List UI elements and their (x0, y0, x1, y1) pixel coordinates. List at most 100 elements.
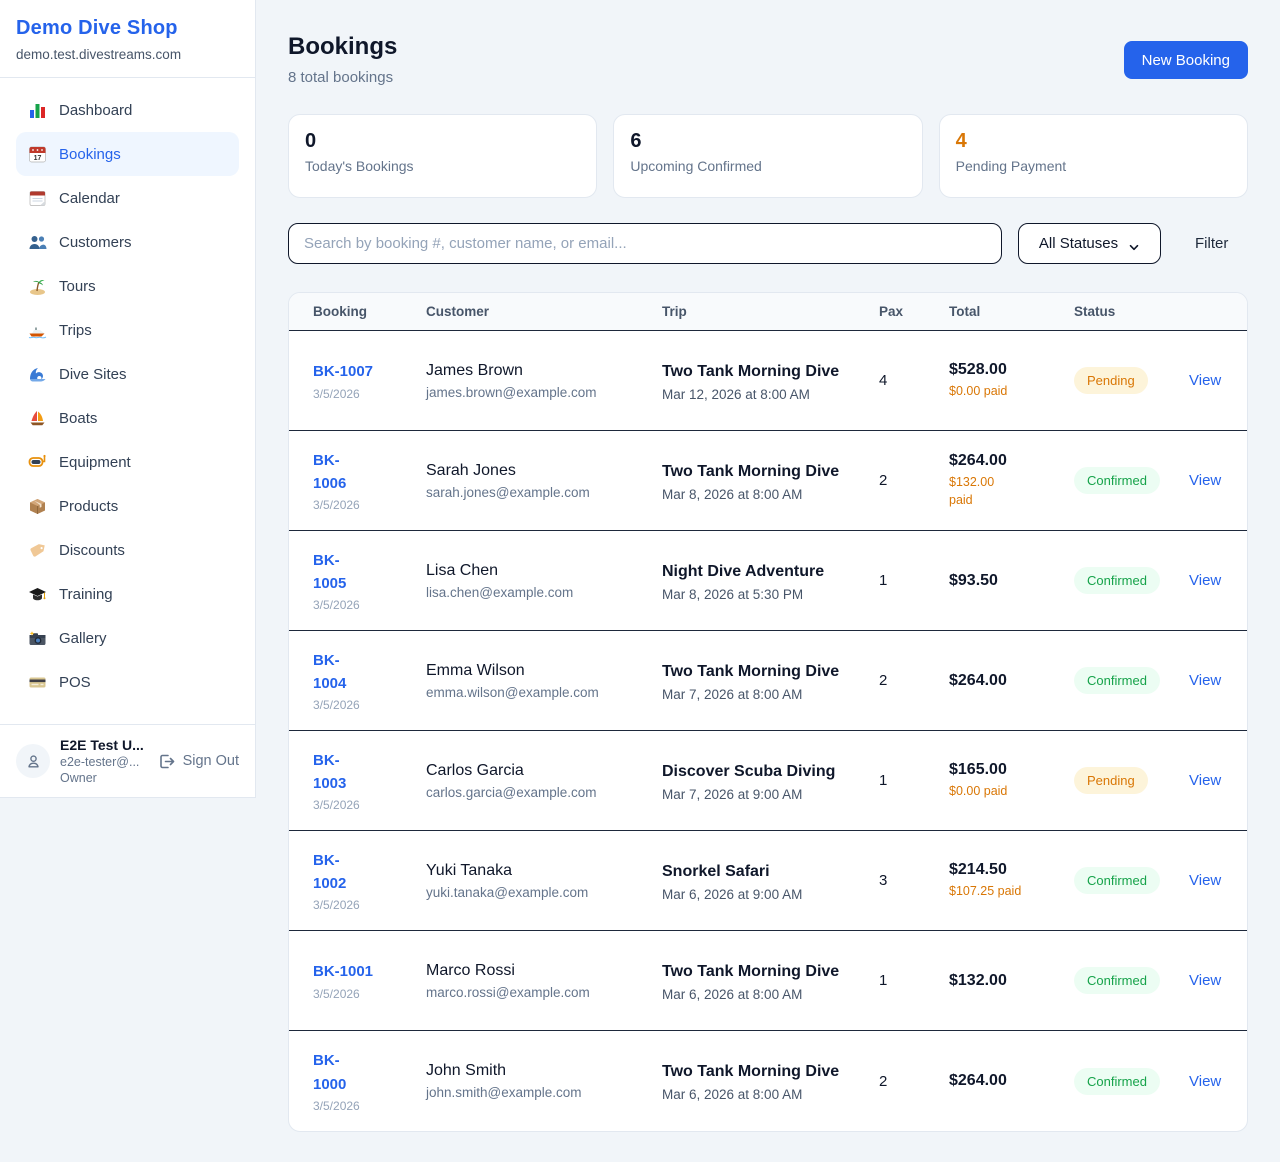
total-amount: $214.50 (949, 861, 1074, 879)
sign-out-button[interactable]: Sign Out (157, 752, 239, 771)
booking-id-cell: BK- 1006 3/5/2026 (313, 449, 426, 513)
customer-cell: Lisa Chen lisa.chen@example.com (426, 562, 662, 600)
sidebar-item-label: Trips (59, 322, 92, 339)
sidebar-item-training[interactable]: Training (16, 572, 239, 616)
column-header-customer: Customer (426, 304, 662, 319)
sidebar-header: Demo Dive Shop demo.test.divestreams.com (0, 0, 255, 78)
bar-chart-icon (28, 101, 47, 120)
customer-cell: Emma Wilson emma.wilson@example.com (426, 662, 662, 700)
sidebar-item-dashboard[interactable]: Dashboard (16, 88, 239, 132)
booking-id-link[interactable]: BK- 1002 (313, 849, 426, 896)
sidebar-item-boats[interactable]: Boats (16, 396, 239, 440)
bookings-table: BookingCustomerTripPaxTotalStatus BK-100… (288, 292, 1248, 1132)
booking-id-link[interactable]: BK- 1003 (313, 749, 426, 796)
view-link[interactable]: View (1189, 472, 1223, 489)
sidebar-item-tours[interactable]: Tours (16, 264, 239, 308)
sidebar-item-calendar[interactable]: Calendar (16, 176, 239, 220)
trip-datetime: Mar 8, 2026 at 5:30 PM (662, 587, 879, 602)
booking-id-link[interactable]: BK-1001 (313, 960, 426, 983)
view-link[interactable]: View (1189, 872, 1223, 889)
customer-email: marco.rossi@example.com (426, 985, 662, 1000)
sidebar-item-label: Gallery (59, 630, 107, 647)
sidebar-item-products[interactable]: Products (16, 484, 239, 528)
customer-email: emma.wilson@example.com (426, 685, 662, 700)
status-cell: Pending (1074, 367, 1189, 394)
user-name: E2E Test U... (60, 737, 147, 753)
trip-name: Two Tank Morning Dive (662, 960, 840, 984)
sidebar-item-equipment[interactable]: Equipment (16, 440, 239, 484)
view-link[interactable]: View (1189, 972, 1223, 989)
booking-id-link[interactable]: BK- 1006 (313, 449, 426, 496)
table-row: BK-1001 3/5/2026 Marco Rossi marco.rossi… (289, 931, 1247, 1031)
diving-mask-icon (28, 453, 47, 472)
trip-name: Night Dive Adventure (662, 560, 840, 584)
sidebar-item-dive-sites[interactable]: Dive Sites (16, 352, 239, 396)
sidebar-item-discounts[interactable]: Discounts (16, 528, 239, 572)
sidebar-item-bookings[interactable]: 17 Bookings (16, 132, 239, 176)
view-link[interactable]: View (1189, 372, 1223, 389)
table-row: BK- 1002 3/5/2026 Yuki Tanaka yuki.tanak… (289, 831, 1247, 931)
stat-value: 0 (305, 130, 580, 153)
search-input[interactable] (288, 223, 1002, 264)
booking-id-link[interactable]: BK- 1004 (313, 649, 426, 696)
sidebar-item-trips[interactable]: Trips (16, 308, 239, 352)
booking-id-cell: BK- 1005 3/5/2026 (313, 549, 426, 613)
status-cell: Pending (1074, 767, 1189, 794)
column-header-total: Total (949, 304, 1074, 319)
trip-datetime: Mar 6, 2026 at 8:00 AM (662, 987, 879, 1002)
total-cell: $264.00 (949, 672, 1074, 690)
table-header-row: BookingCustomerTripPaxTotalStatus (289, 293, 1247, 331)
camera-icon (28, 629, 47, 648)
sidebar-item-label: Bookings (59, 146, 121, 163)
sidebar-item-gallery[interactable]: Gallery (16, 616, 239, 660)
user-meta: E2E Test U... e2e-tester@... Owner (60, 737, 147, 785)
booking-date: 3/5/2026 (313, 698, 426, 712)
filter-button[interactable]: Filter (1181, 227, 1242, 260)
main-content: Bookings 8 total bookings New Booking 0 … (288, 0, 1248, 1132)
sidebar-item-pos[interactable]: POS (16, 660, 239, 704)
speedboat-icon (28, 321, 47, 340)
booking-date: 3/5/2026 (313, 498, 426, 512)
customer-email: yuki.tanaka@example.com (426, 885, 662, 900)
island-icon (28, 277, 47, 296)
paid-amount: $132.00 paid (949, 474, 1029, 509)
total-amount: $93.50 (949, 572, 1074, 590)
view-link[interactable]: View (1189, 672, 1223, 689)
customer-email: lisa.chen@example.com (426, 585, 662, 600)
trip-cell: Snorkel Safari Mar 6, 2026 at 9:00 AM (662, 860, 879, 902)
wave-icon (28, 365, 47, 384)
customer-name: Marco Rossi (426, 962, 662, 980)
stats-row: 0 Today's Bookings 6 Upcoming Confirmed … (288, 114, 1248, 198)
status-select[interactable]: All Statuses (1018, 223, 1161, 264)
booking-id-cell: BK- 1004 3/5/2026 (313, 649, 426, 713)
view-link[interactable]: View (1189, 572, 1223, 589)
trip-cell: Two Tank Morning Dive Mar 7, 2026 at 8:0… (662, 660, 879, 702)
sailboat-icon (28, 409, 47, 428)
status-badge: Confirmed (1074, 867, 1160, 894)
pax-value: 3 (879, 872, 949, 889)
column-header-status: Status (1074, 304, 1189, 319)
view-link[interactable]: View (1189, 772, 1223, 789)
customer-cell: Sarah Jones sarah.jones@example.com (426, 462, 662, 500)
table-row: BK- 1006 3/5/2026 Sarah Jones sarah.jone… (289, 431, 1247, 531)
new-booking-button[interactable]: New Booking (1124, 41, 1248, 79)
status-badge: Confirmed (1074, 467, 1160, 494)
user-role: Owner (60, 771, 147, 785)
svg-text:17: 17 (34, 155, 42, 162)
trip-cell: Two Tank Morning Dive Mar 8, 2026 at 8:0… (662, 460, 879, 502)
booking-date: 3/5/2026 (313, 1099, 426, 1113)
booking-id-link[interactable]: BK-1007 (313, 360, 426, 383)
status-cell: Confirmed (1074, 467, 1189, 494)
trip-name: Two Tank Morning Dive (662, 660, 840, 684)
sidebar-item-label: Boats (59, 410, 97, 427)
sidebar-item-label: Calendar (59, 190, 120, 207)
sidebar-item-customers[interactable]: Customers (16, 220, 239, 264)
page-title: Bookings (288, 33, 1248, 61)
calendar-icon (28, 189, 47, 208)
status-cell: Confirmed (1074, 567, 1189, 594)
booking-id-link[interactable]: BK- 1000 (313, 1049, 426, 1096)
status-badge: Pending (1074, 367, 1148, 394)
customer-cell: James Brown james.brown@example.com (426, 362, 662, 400)
booking-id-link[interactable]: BK- 1005 (313, 549, 426, 596)
view-link[interactable]: View (1189, 1073, 1223, 1090)
